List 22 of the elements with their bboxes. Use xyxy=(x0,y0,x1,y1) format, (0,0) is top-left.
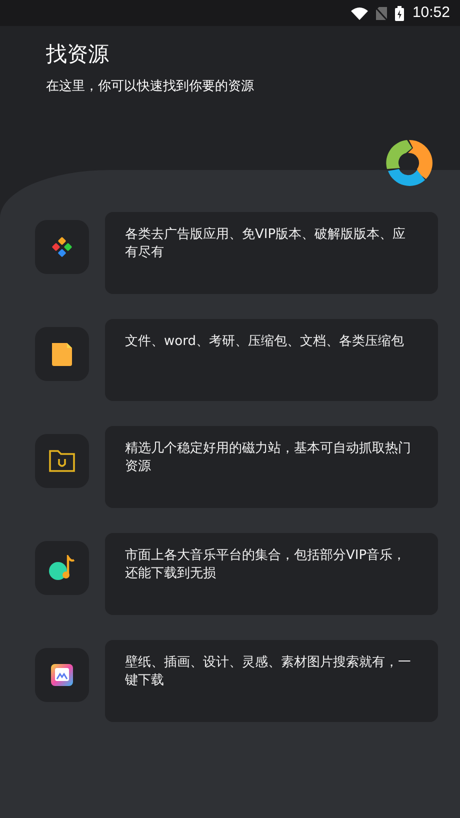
battery-charging-icon xyxy=(395,6,404,20)
resource-card[interactable]: 各类去广告版应用、免VIP版本、破解版版本、应有尽有 xyxy=(105,212,438,294)
music-note-icon xyxy=(49,555,75,581)
resource-card[interactable]: 精选几个稳定好用的磁力站，基本可自动抓取热门资源 xyxy=(105,426,438,508)
no-sim-icon xyxy=(376,6,388,20)
wifi-icon xyxy=(351,6,368,20)
resource-card[interactable]: 壁纸、插画、设计、灵感、素材图片搜索就有，一键下载 xyxy=(105,640,438,722)
icon-tile[interactable] xyxy=(35,220,89,274)
resource-card[interactable]: 市面上各大音乐平台的集合，包括部分VIP音乐，还能下载到无损 xyxy=(105,533,438,615)
resource-card[interactable]: 文件、word、考研、压缩包、文档、各类压缩包 xyxy=(105,319,438,401)
icon-tile[interactable] xyxy=(35,327,89,381)
icon-tile[interactable] xyxy=(35,541,89,595)
apps-icon xyxy=(49,234,75,260)
icon-tile[interactable] xyxy=(35,648,89,702)
icon-tile[interactable] xyxy=(35,434,89,488)
magnet-folder-icon xyxy=(49,448,75,474)
status-time: 10:52 xyxy=(412,2,450,23)
picture-icon xyxy=(49,662,75,688)
page-title: 找资源 xyxy=(46,42,110,68)
page-subtitle: 在这里，你可以快速找到你要的资源 xyxy=(46,78,255,96)
document-icon xyxy=(49,341,75,367)
logo-icon xyxy=(384,138,434,188)
